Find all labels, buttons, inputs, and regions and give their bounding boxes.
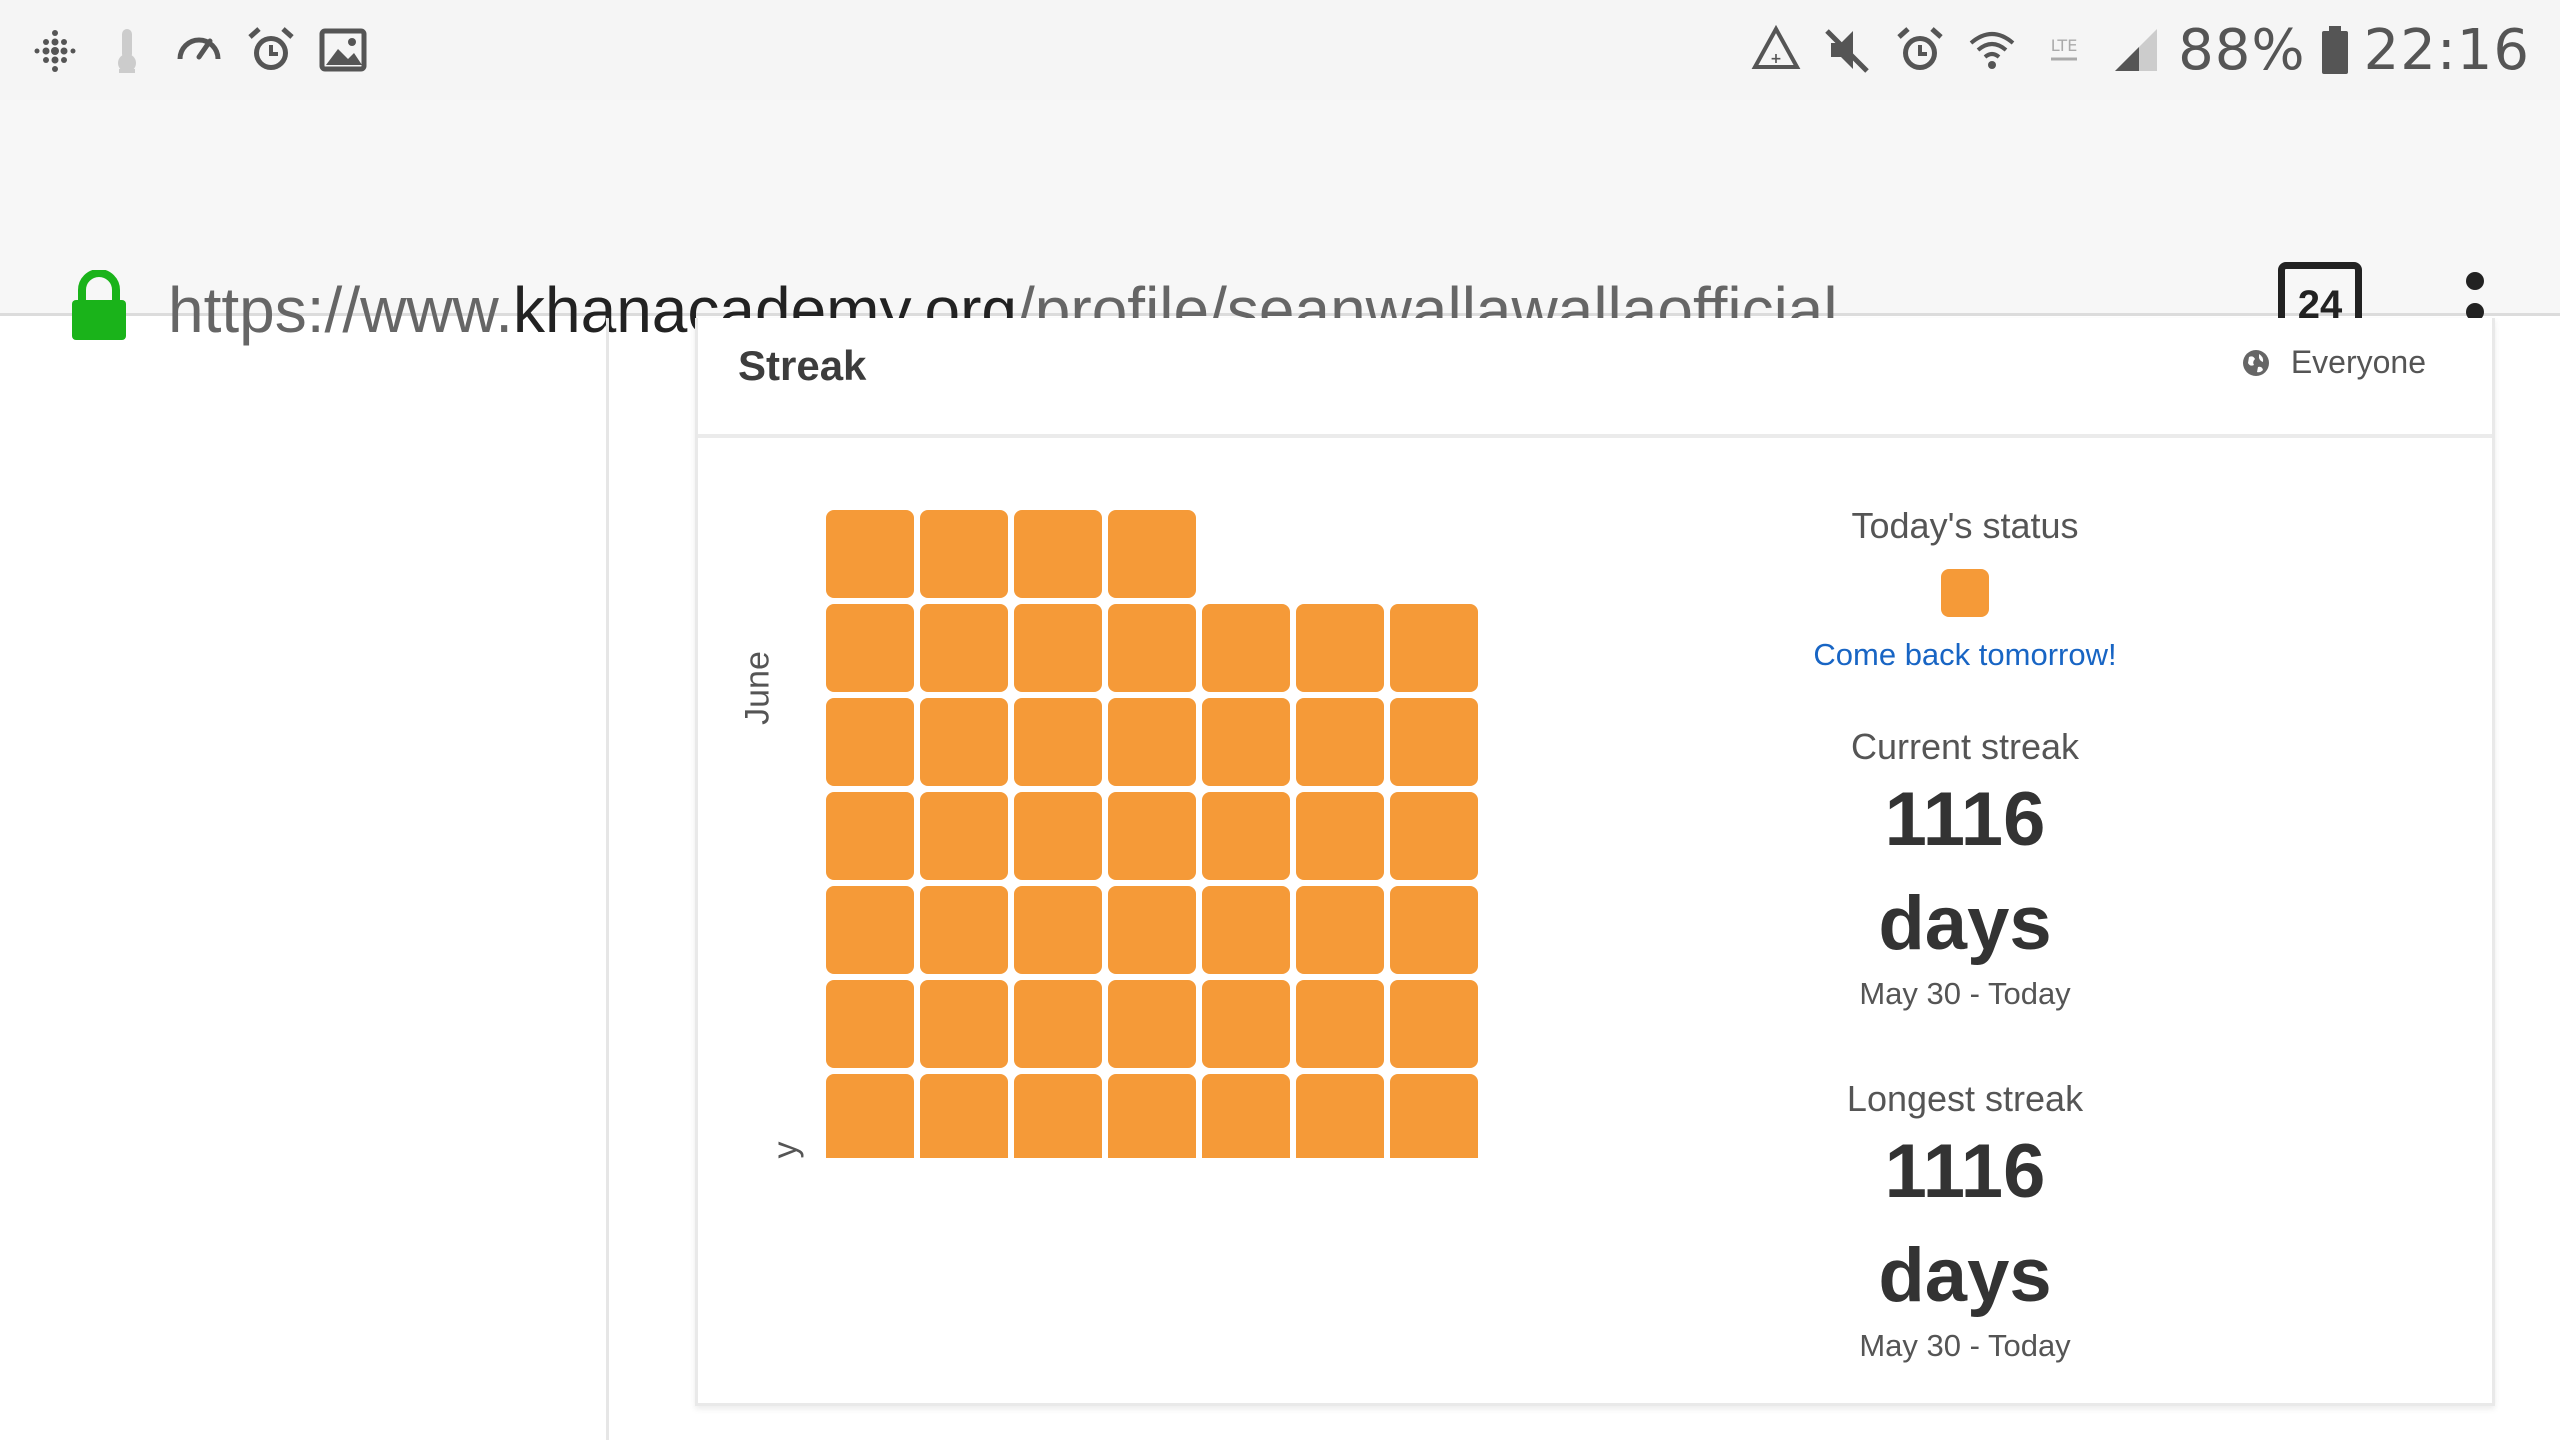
come-back-link[interactable]: Come back tomorrow! xyxy=(1765,637,2165,673)
streak-day-cell[interactable] xyxy=(1108,980,1196,1068)
streak-day-cell[interactable] xyxy=(1202,604,1290,692)
wifi-icon xyxy=(1962,21,2022,79)
streak-day-cell[interactable] xyxy=(1202,980,1290,1068)
streak-day-cell[interactable] xyxy=(1296,792,1384,880)
streak-title: Streak xyxy=(738,342,867,389)
browser-toolbar: https://www.khanacademy.org/profile/sean… xyxy=(0,100,2560,352)
current-streak: Current streak 1116 days May 30 - Today xyxy=(1765,726,2165,1012)
streak-day-cell[interactable] xyxy=(1014,886,1102,974)
streak-day-cell[interactable] xyxy=(826,604,914,692)
fitbit-icon xyxy=(26,21,84,79)
mute-icon xyxy=(1818,21,1878,79)
streak-day-cell[interactable] xyxy=(1108,698,1196,786)
month-label-june: June xyxy=(738,651,777,725)
battery-percent: 88% xyxy=(2178,17,2306,83)
streak-day-cell[interactable] xyxy=(826,792,914,880)
streak-day-cell[interactable] xyxy=(1108,1074,1196,1158)
streak-day-cell[interactable] xyxy=(1390,1074,1478,1158)
longest-streak-range: May 30 - Today xyxy=(1859,1328,2071,1363)
today-status: Today's status Come back tomorrow! xyxy=(1765,505,2165,673)
streak-day-cell[interactable] xyxy=(1390,792,1478,880)
streak-day-cell[interactable] xyxy=(920,1074,1008,1158)
streak-day-cell[interactable] xyxy=(920,510,1008,598)
speedometer-icon xyxy=(170,21,228,79)
status-bar-right: + LTE 88% 22:16 xyxy=(1746,14,2530,86)
status-bar-left xyxy=(26,18,372,82)
streak-day-cell[interactable] xyxy=(1296,1074,1384,1158)
url-prefix: https://www. xyxy=(168,274,513,346)
visibility-selector[interactable]: Everyone xyxy=(2241,344,2426,381)
gallery-icon xyxy=(314,21,372,79)
today-status-box xyxy=(1941,569,1989,617)
streak-day-cell[interactable] xyxy=(826,1074,914,1158)
month-label-may: y xyxy=(766,1141,805,1159)
lte-icon: LTE xyxy=(2034,21,2094,79)
alarm-icon xyxy=(1890,21,1950,79)
streak-day-cell[interactable] xyxy=(1296,698,1384,786)
streak-day-cell[interactable] xyxy=(1108,886,1196,974)
streak-day-cell[interactable] xyxy=(1202,886,1290,974)
streak-card-header: Streak Everyone xyxy=(698,318,2492,438)
streak-day-cell[interactable] xyxy=(920,980,1008,1068)
streak-day-cell[interactable] xyxy=(920,698,1008,786)
streak-day-cell[interactable] xyxy=(1202,1074,1290,1158)
streak-day-cell[interactable] xyxy=(920,792,1008,880)
streak-day-cell[interactable] xyxy=(1296,980,1384,1068)
thermometer-icon xyxy=(98,21,156,79)
current-streak-unit: days xyxy=(1878,881,2052,966)
menu-dot-icon xyxy=(2466,272,2484,290)
streak-day-cell[interactable] xyxy=(920,604,1008,692)
visibility-label: Everyone xyxy=(2290,344,2426,380)
status-bar: + LTE 88% 22:16 xyxy=(0,0,2560,100)
longest-streak: Longest streak 1116 days May 30 - Today xyxy=(1765,1078,2165,1364)
streak-day-cell[interactable] xyxy=(826,980,914,1068)
svg-text:LTE: LTE xyxy=(2051,36,2078,55)
streak-day-cell[interactable] xyxy=(1108,510,1196,598)
streak-card: Streak Everyone June y xyxy=(695,318,2495,1406)
current-streak-range: May 30 - Today xyxy=(1859,976,2071,1011)
streak-day-cell[interactable] xyxy=(1014,510,1102,598)
streak-day-cell[interactable] xyxy=(1108,604,1196,692)
streak-day-cell[interactable] xyxy=(1296,604,1384,692)
signal-icon xyxy=(2106,21,2166,79)
longest-streak-label: Longest streak xyxy=(1846,1078,2084,1119)
streak-day-cell[interactable] xyxy=(1390,604,1478,692)
clock: 22:16 xyxy=(2363,17,2530,83)
data-saver-icon: + xyxy=(1746,21,1806,79)
current-streak-value: 1116 xyxy=(1884,777,2046,862)
streak-day-cell[interactable] xyxy=(1014,980,1102,1068)
streak-day-cell[interactable] xyxy=(1390,886,1478,974)
streak-day-cell[interactable] xyxy=(826,510,914,598)
longest-streak-unit: days xyxy=(1878,1233,2052,1318)
streak-day-cell[interactable] xyxy=(826,886,914,974)
alarm-icon xyxy=(242,21,300,79)
svg-text:+: + xyxy=(1770,51,1782,67)
battery-icon xyxy=(2318,21,2352,79)
streak-day-cell[interactable] xyxy=(826,698,914,786)
streak-day-cell[interactable] xyxy=(920,886,1008,974)
streak-day-cell[interactable] xyxy=(1202,792,1290,880)
sidebar-divider xyxy=(606,318,609,1440)
current-streak-label: Current streak xyxy=(1850,726,2080,767)
lock-icon[interactable] xyxy=(70,269,128,347)
streak-day-cell[interactable] xyxy=(1390,698,1478,786)
today-status-label: Today's status xyxy=(1851,505,2079,546)
streak-day-cell[interactable] xyxy=(1014,604,1102,692)
streak-day-cell[interactable] xyxy=(1014,698,1102,786)
streak-day-cell[interactable] xyxy=(1108,792,1196,880)
globe-icon xyxy=(2242,349,2269,376)
streak-day-cell[interactable] xyxy=(1014,1074,1102,1158)
streak-day-cell[interactable] xyxy=(1296,886,1384,974)
streak-day-cell[interactable] xyxy=(1014,792,1102,880)
streak-day-cell[interactable] xyxy=(1390,980,1478,1068)
longest-streak-value: 1116 xyxy=(1884,1129,2046,1214)
streak-day-cell[interactable] xyxy=(1202,698,1290,786)
